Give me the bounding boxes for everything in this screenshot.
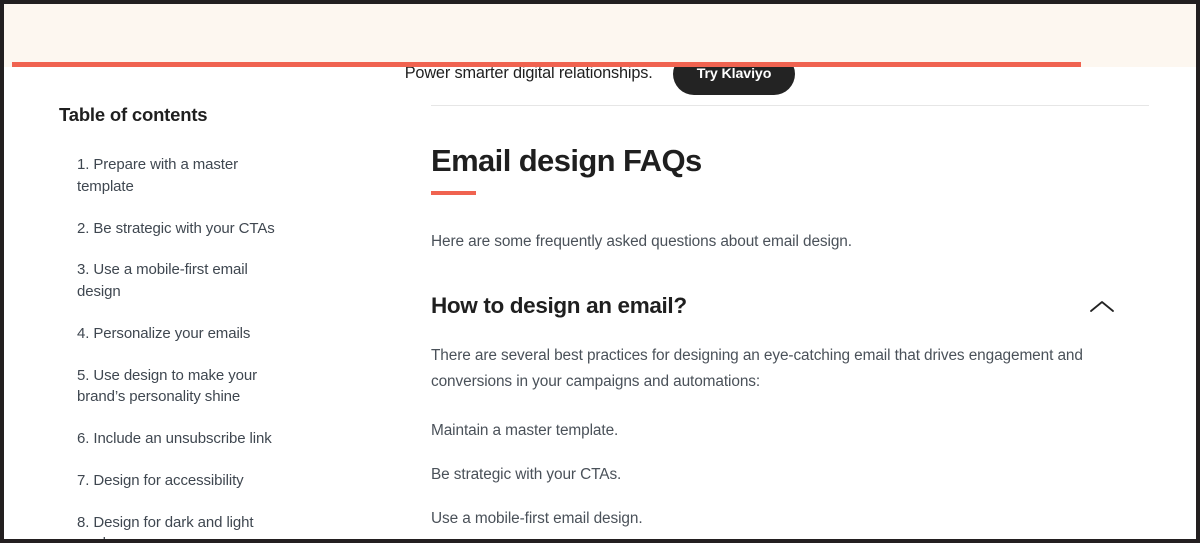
toc-item-6[interactable]: 6. Include an unsubscribe link: [59, 428, 289, 450]
toc-item-1[interactable]: 1. Prepare with a master template: [59, 154, 289, 198]
table-of-contents-title: Table of contents: [59, 104, 208, 125]
table-of-contents-panel: Table of contents 1. Prepare with a mast…: [59, 104, 369, 540]
chevron-up-icon[interactable]: [1089, 299, 1115, 314]
toc-item-5[interactable]: 5. Use design to make your brand’s perso…: [59, 365, 289, 409]
faq-answer-line-1: Maintain a master template.: [431, 421, 619, 439]
toc-item-8[interactable]: 8. Design for dark and light modes: [59, 512, 289, 540]
toc-item-2[interactable]: 2. Be strategic with your CTAs: [59, 218, 289, 240]
heading-accent-bar: [431, 191, 476, 195]
page-title: Email design FAQs: [431, 143, 702, 178]
browser-page-frame: Power smarter digital relationships. Try…: [0, 0, 1200, 543]
faq-answer-line-2: Be strategic with your CTAs.: [431, 465, 622, 483]
section-divider: [431, 105, 1149, 106]
faq-answer-paragraph: There are several best practices for des…: [431, 347, 1083, 391]
page-content: Table of contents 1. Prepare with a mast…: [4, 67, 1196, 539]
faq-answer-line-3: Use a mobile-first email design.: [431, 509, 643, 527]
faq-question-label: How to design an email?: [431, 293, 687, 318]
toc-item-7[interactable]: 7. Design for accessibility: [59, 470, 289, 492]
faq-intro-text: Here are some frequently asked questions…: [431, 233, 852, 250]
article-column: Email design FAQs Here are some frequent…: [431, 67, 1149, 539]
faq-accordion-header[interactable]: How to design an email?: [431, 293, 1131, 319]
toc-item-3[interactable]: 3. Use a mobile-first email design: [59, 259, 289, 303]
nav-background-mask: [4, 4, 1196, 62]
coral-accent-rule: [12, 62, 1081, 67]
toc-item-4[interactable]: 4. Personalize your emails: [59, 323, 289, 345]
